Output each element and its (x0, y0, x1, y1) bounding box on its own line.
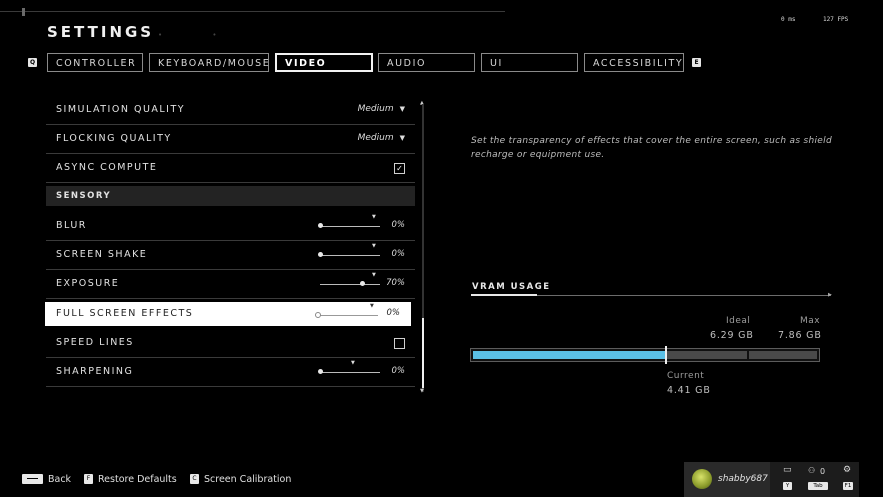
back-key-icon (27, 478, 38, 479)
async-compute-row[interactable]: ASYNC COMPUTE ✓ (46, 154, 415, 183)
divider-end-arrow-icon: ▶ (828, 292, 832, 298)
tab-accessibility[interactable]: ACCESSIBILITY (584, 53, 684, 72)
header-rule (0, 11, 505, 12)
latency-readout: 0 ms (781, 16, 796, 23)
header-decoration: • • (158, 31, 241, 39)
speed-lines-label: SPEED LINES (56, 337, 134, 348)
screen-shake-value: 0% (391, 249, 406, 259)
blur-slider-handle[interactable] (317, 223, 323, 228)
vram-max-label: Max (800, 316, 821, 326)
default-marker-icon: ▼ (372, 214, 376, 220)
section-header-sensory: SENSORY (46, 186, 415, 206)
fps-readout: 127 FPS (823, 16, 849, 23)
flocking-quality-row[interactable]: FLOCKING QUALITY Medium ▼ (46, 125, 415, 154)
blur-value: 0% (391, 220, 406, 230)
player-card[interactable]: shabby687 ▭ Y ⚇ 0 Tab ⚙ F1 (684, 462, 859, 497)
screen-shake-slider-handle[interactable] (317, 252, 323, 257)
sharpening-value: 0% (391, 366, 406, 376)
tab-controller[interactable]: CONTROLLER (47, 53, 143, 72)
party-key: Tab (808, 482, 828, 490)
chat-icon[interactable]: ▭ (783, 465, 792, 475)
scrollbar-thumb[interactable] (422, 318, 424, 388)
full-screen-effects-value: 0% (386, 308, 401, 318)
sharpening-slider-handle[interactable] (317, 369, 323, 374)
flocking-quality-label: FLOCKING QUALITY (56, 133, 172, 144)
dropdown-caret-icon: ▼ (399, 105, 405, 113)
vram-bar-ideal-segment (667, 351, 748, 359)
default-marker-icon: ▼ (370, 303, 374, 309)
screen-shake-slider-track[interactable] (320, 255, 380, 256)
default-marker-icon: ▼ (372, 243, 376, 249)
avatar (692, 469, 712, 489)
exposure-row[interactable]: EXPOSURE ▼ 70% (46, 270, 415, 299)
blur-slider-track[interactable] (320, 226, 380, 227)
blur-row[interactable]: BLUR ▼ 0% (46, 212, 415, 241)
gear-icon[interactable]: ⚙ (843, 465, 851, 475)
full-screen-effects-row[interactable]: FULL SCREEN EFFECTS ▼ 0% (45, 302, 411, 326)
vram-max-value: 7.86 GB (778, 330, 822, 341)
vram-current-label: Current (667, 371, 705, 381)
vram-current-value: 4.41 GB (667, 385, 711, 396)
scroll-down-arrow-icon[interactable]: ▼ (420, 388, 424, 394)
exposure-slider-track[interactable] (320, 284, 380, 285)
settings-key: F1 (843, 482, 853, 490)
vram-ideal-value: 6.29 GB (710, 330, 754, 341)
screen-shake-label: SCREEN SHAKE (56, 249, 148, 260)
next-tab-key[interactable]: E (692, 58, 701, 67)
vram-bar-max-segment (749, 351, 817, 359)
simulation-quality-dropdown[interactable]: Medium ▼ (358, 104, 405, 114)
simulation-quality-label: SIMULATION QUALITY (56, 104, 186, 115)
back-key[interactable] (22, 474, 43, 484)
exposure-label: EXPOSURE (56, 278, 120, 289)
tab-audio[interactable]: AUDIO (378, 53, 475, 72)
async-compute-label: ASYNC COMPUTE (56, 162, 158, 173)
exposure-slider-handle[interactable] (359, 281, 365, 286)
default-marker-icon: ▼ (372, 272, 376, 278)
speed-lines-row[interactable]: SPEED LINES (46, 329, 415, 358)
screen-shake-row[interactable]: SCREEN SHAKE ▼ 0% (46, 241, 415, 270)
blur-label: BLUR (56, 220, 87, 231)
setting-description: Set the transparency of effects that cov… (471, 136, 832, 160)
header-rule-marker (22, 8, 25, 16)
tab-ui[interactable]: UI (481, 53, 578, 72)
restore-defaults-key[interactable]: F (84, 474, 93, 484)
restore-defaults-button[interactable]: Restore Defaults (98, 474, 177, 485)
party-icon[interactable]: ⚇ (808, 466, 815, 475)
vram-ideal-label: Ideal (726, 316, 751, 326)
vram-current-marker (665, 346, 667, 364)
vram-usage-title: VRAM USAGE (472, 282, 551, 292)
flocking-quality-dropdown[interactable]: Medium ▼ (358, 133, 405, 143)
section-sensory-label: SENSORY (56, 191, 112, 201)
vram-divider-highlight (471, 294, 537, 296)
sharpening-label: SHARPENING (56, 366, 134, 377)
full-screen-effects-label: FULL SCREEN EFFECTS (56, 308, 194, 319)
tab-video[interactable]: VIDEO (275, 53, 373, 72)
full-screen-effects-slider-track[interactable] (318, 315, 378, 316)
simulation-quality-row[interactable]: SIMULATION QUALITY Medium ▼ (46, 96, 415, 125)
speed-lines-checkbox[interactable] (394, 338, 405, 349)
sharpening-slider-track[interactable] (320, 372, 380, 373)
prev-tab-key[interactable]: Q (28, 58, 37, 67)
page-title: SETTINGS (47, 23, 155, 41)
vram-bar-current-fill (473, 351, 666, 359)
party-count: 0 (820, 467, 826, 476)
back-button[interactable]: Back (48, 474, 71, 485)
screen-calibration-button[interactable]: Screen Calibration (204, 474, 291, 485)
screen-calibration-key[interactable]: C (190, 474, 199, 484)
tab-keyboard-mouse[interactable]: KEYBOARD/MOUSE (149, 53, 269, 72)
exposure-value: 70% (386, 278, 405, 288)
chat-key: Y (783, 482, 792, 490)
async-compute-checkbox[interactable]: ✓ (394, 163, 405, 174)
dropdown-caret-icon: ▼ (399, 134, 405, 142)
player-name: shabby687 (718, 474, 768, 484)
full-screen-effects-slider-handle[interactable] (315, 312, 321, 318)
sharpening-row[interactable]: SHARPENING ▼ 0% (46, 358, 415, 387)
player-nameplate[interactable]: shabby687 (684, 462, 770, 497)
default-marker-icon: ▼ (351, 360, 355, 366)
